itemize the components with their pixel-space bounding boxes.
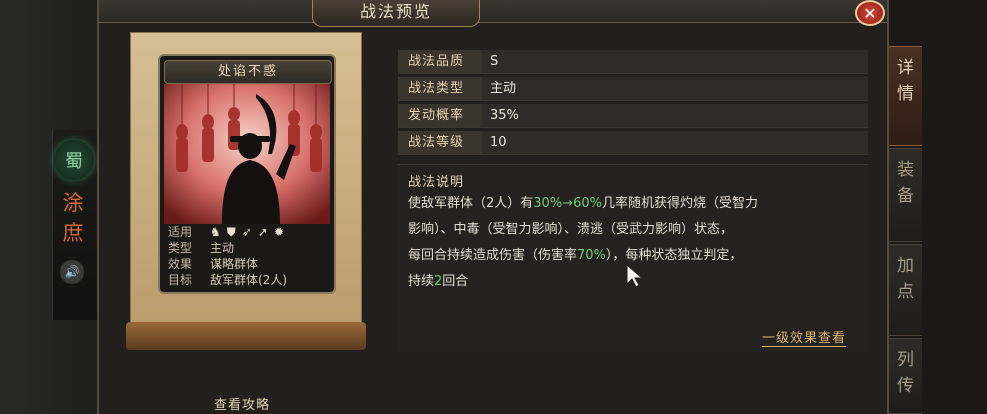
cavalry-icon: ♞ bbox=[210, 225, 221, 239]
skill-card: 处谄不惑 适用 ♞ ⛊ ➶ ➚ ✹ 类型 主动 效果 谋略群体 目标 敌军群体(… bbox=[158, 54, 336, 294]
tab-label: 装备 bbox=[897, 160, 914, 206]
siege-icon: ✹ bbox=[273, 225, 284, 239]
faction-seal: 蜀 bbox=[54, 140, 94, 180]
usable-label: 适用 bbox=[168, 225, 193, 239]
skill-card-stats: 适用 ♞ ⛊ ➶ ➚ ✹ 类型 主动 效果 谋略群体 目标 敌军群体(2人) bbox=[164, 224, 330, 290]
effect-label: 效果 bbox=[168, 257, 193, 271]
tab-label: 加点 bbox=[897, 256, 914, 302]
effect-value: 谋略群体 bbox=[210, 257, 259, 271]
shield-icon: ⛊ bbox=[226, 225, 236, 239]
tab-label: 详情 bbox=[897, 58, 914, 104]
close-button[interactable]: ✕ bbox=[855, 0, 885, 26]
skill-type-value: 主动 bbox=[490, 81, 517, 96]
target-value: 敌军群体(2人) bbox=[210, 273, 287, 287]
general-name-char: 涂 bbox=[62, 191, 84, 215]
skill-level-label: 战法等级 bbox=[398, 131, 482, 154]
modal-title: 战法预览 bbox=[312, 0, 480, 27]
quality-row: 战法品质 S bbox=[398, 50, 868, 74]
trigger-rate-value: 35% bbox=[490, 108, 519, 123]
usable-row: 适用 ♞ ⛊ ➶ ➚ ✹ bbox=[164, 224, 330, 240]
target-row: 目标 敌军群体(2人) bbox=[164, 272, 330, 288]
skill-type-label: 战法类型 bbox=[398, 77, 482, 100]
scroll-rod bbox=[126, 322, 366, 350]
skill-type-row: 战法类型 主动 bbox=[398, 77, 868, 101]
description-title: 战法说明 bbox=[408, 175, 465, 190]
description-line: 影响）、中毒（受智力影响）、溃逃（受武力影响）状态， bbox=[408, 222, 734, 237]
type-value: 主动 bbox=[210, 241, 235, 255]
quality-value: S bbox=[490, 54, 499, 69]
bow-icon: ➶ bbox=[241, 225, 252, 239]
close-icon: ✕ bbox=[863, 3, 877, 23]
modal-topbar bbox=[99, 0, 887, 23]
tab-label: 列传 bbox=[897, 350, 914, 396]
tab-details[interactable]: 详情 bbox=[888, 46, 922, 146]
description-line: 使敌军群体（2人）有30%→60%几率随机获得灼烧（受智力 bbox=[408, 196, 758, 211]
view-guide-link[interactable]: 查看攻略 bbox=[214, 394, 270, 413]
quality-label: 战法品质 bbox=[398, 50, 482, 73]
usable-icons: ♞ ⛊ ➶ ➚ ✹ bbox=[210, 224, 284, 240]
type-row: 类型 主动 bbox=[164, 240, 330, 256]
sound-icon[interactable]: 🔊 bbox=[60, 260, 84, 284]
type-label: 类型 bbox=[168, 241, 193, 255]
target-label: 目标 bbox=[168, 273, 193, 287]
general-name-char: 庶 bbox=[62, 221, 84, 245]
effect-row: 效果 谋略群体 bbox=[164, 256, 330, 272]
trigger-rate-label: 发动概率 bbox=[398, 104, 482, 127]
spear-icon: ➚ bbox=[257, 225, 268, 239]
tab-add-points[interactable]: 加点 bbox=[888, 244, 922, 336]
skill-card-art bbox=[164, 84, 330, 224]
trigger-rate-row: 发动概率 35% bbox=[398, 104, 868, 128]
tab-equipment[interactable]: 装备 bbox=[888, 148, 922, 242]
skill-card-name: 处谄不惑 bbox=[164, 60, 332, 84]
skill-level-row: 战法等级 10 bbox=[398, 131, 868, 155]
skill-level-value: 10 bbox=[490, 135, 507, 150]
general-name[interactable]: 涂 庶 bbox=[58, 188, 88, 248]
skill-description-box: 战法说明 使敌军群体（2人）有30%→60%几率随机获得灼烧（受智力 影响）、中… bbox=[398, 164, 868, 351]
level-one-effect-link[interactable]: 一级效果查看 bbox=[762, 327, 847, 347]
tab-biography[interactable]: 列传 bbox=[888, 338, 922, 414]
